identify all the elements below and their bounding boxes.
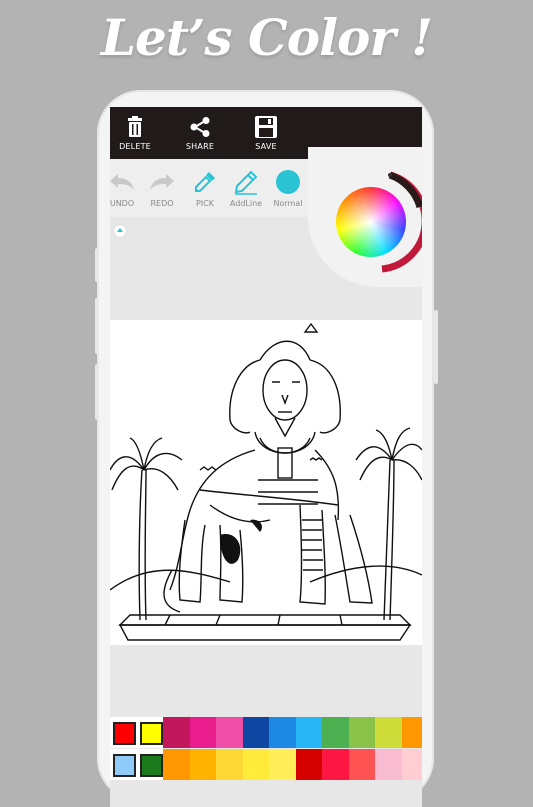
color-swatch[interactable] — [216, 749, 243, 780]
color-swatch[interactable] — [216, 717, 243, 748]
color-swatch[interactable] — [136, 749, 164, 780]
pick-label: PICK — [195, 199, 214, 208]
color-wheel[interactable] — [336, 187, 406, 257]
phone-side-button — [95, 364, 99, 420]
color-swatch[interactable] — [401, 717, 422, 748]
color-swatch[interactable] — [348, 749, 376, 780]
redo-icon — [142, 167, 182, 197]
color-swatch[interactable] — [163, 749, 190, 780]
save-label: SAVE — [255, 142, 277, 151]
color-swatch[interactable] — [110, 749, 137, 780]
coloring-canvas[interactable] — [110, 320, 422, 645]
color-palette — [110, 717, 422, 781]
color-swatch-chip — [113, 722, 136, 745]
brush-color-dot — [276, 170, 300, 194]
trash-icon — [110, 113, 160, 141]
floppy-disk-icon — [241, 113, 291, 141]
color-swatch[interactable] — [242, 717, 270, 748]
color-picker-panel — [308, 147, 422, 287]
share-button[interactable]: SHARE — [175, 113, 225, 151]
color-swatch[interactable] — [189, 717, 217, 748]
phone-side-button — [95, 298, 99, 354]
color-swatch[interactable] — [295, 749, 323, 780]
addline-button[interactable]: AddLine — [226, 167, 266, 208]
redo-button[interactable]: REDO — [142, 167, 182, 208]
color-swatch[interactable] — [163, 717, 190, 748]
color-swatch[interactable] — [375, 749, 402, 780]
color-swatch[interactable] — [110, 717, 137, 748]
color-swatch[interactable] — [322, 749, 349, 780]
share-label: SHARE — [185, 142, 215, 151]
app-screen: DELETE SHARE SAVE UNDO REDO PICK AddLine… — [110, 107, 422, 807]
color-swatch[interactable] — [242, 749, 270, 780]
color-swatch-chip — [139, 754, 163, 777]
color-swatch[interactable] — [189, 749, 217, 780]
pick-button[interactable]: PICK — [185, 167, 225, 208]
color-swatch[interactable] — [295, 717, 323, 748]
phone-side-button — [434, 310, 438, 384]
delete-button[interactable]: DELETE — [110, 113, 160, 151]
undo-label: UNDO — [110, 199, 135, 208]
color-swatch[interactable] — [348, 717, 376, 748]
sphinx-line-art — [110, 322, 422, 641]
color-swatch-chip — [113, 754, 136, 777]
brush-mode-button[interactable]: Normal — [268, 167, 308, 208]
undo-icon — [110, 167, 142, 197]
addline-label: AddLine — [229, 199, 263, 208]
undo-button[interactable]: UNDO — [110, 167, 142, 208]
color-swatch-chip — [139, 722, 163, 745]
redo-label: REDO — [150, 199, 174, 208]
pencil-icon — [226, 167, 266, 197]
color-swatch[interactable] — [375, 717, 402, 748]
eyedropper-icon — [185, 167, 225, 197]
share-icon — [175, 113, 225, 141]
phone-side-button — [95, 248, 99, 282]
delete-label: DELETE — [119, 142, 151, 151]
color-swatch[interactable] — [401, 749, 422, 780]
color-swatch[interactable] — [269, 717, 296, 748]
save-button[interactable]: SAVE — [241, 113, 291, 151]
color-swatch[interactable] — [136, 717, 164, 748]
color-swatch[interactable] — [269, 749, 296, 780]
color-swatch[interactable] — [322, 717, 349, 748]
app-headline: Let’s Color ! — [100, 8, 433, 67]
expand-toggle-icon[interactable] — [114, 225, 126, 237]
normal-label: Normal — [273, 199, 303, 208]
